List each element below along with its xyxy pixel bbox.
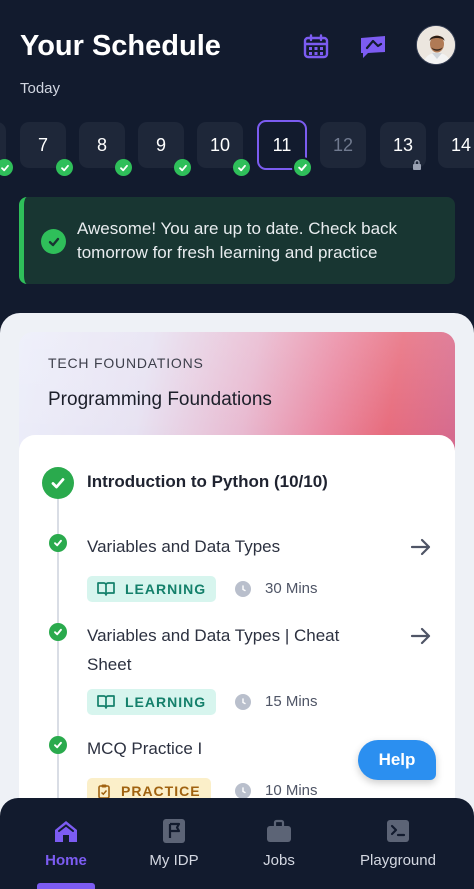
check-icon: [49, 534, 67, 552]
check-icon: [0, 159, 13, 176]
day-9[interactable]: 9: [138, 122, 191, 176]
check-circle-icon: [41, 229, 66, 254]
book-icon: [97, 582, 115, 596]
nav-home[interactable]: Home: [30, 798, 102, 889]
help-button[interactable]: Help: [358, 740, 436, 780]
learning-tag: LEARNING: [87, 689, 217, 715]
module-title[interactable]: Introduction to Python (10/10): [87, 472, 328, 492]
lesson-title[interactable]: MCQ Practice I: [87, 734, 377, 763]
check-icon: [233, 159, 250, 176]
briefcase-icon: [266, 818, 292, 844]
active-tab-indicator: [37, 883, 95, 889]
lesson-duration: 10 Mins: [265, 782, 318, 799]
lesson-duration: 15 Mins: [265, 693, 318, 710]
book-icon: [97, 695, 115, 709]
lock-icon: [411, 155, 423, 170]
nav-label: Jobs: [263, 852, 295, 869]
day-13[interactable]: 13: [380, 122, 426, 170]
day-8[interactable]: 8: [79, 122, 132, 176]
day-11-selected[interactable]: 11: [257, 120, 313, 176]
learning-tag: LEARNING: [87, 576, 217, 602]
check-icon: [292, 157, 313, 176]
day-14[interactable]: 14: [438, 122, 474, 168]
check-icon: [115, 159, 132, 176]
banner-message: Awesome! You are up to date. Check back …: [77, 219, 398, 262]
arrow-right-icon[interactable]: [409, 535, 433, 559]
nav-label: Home: [45, 852, 87, 869]
day-7[interactable]: 7: [20, 122, 73, 176]
nav-jobs[interactable]: Jobs: [243, 798, 315, 889]
clock-icon: [235, 694, 251, 710]
home-icon: [53, 818, 79, 844]
check-icon: [174, 159, 191, 176]
day-6[interactable]: [0, 122, 13, 176]
course-category: TECH FOUNDATIONS: [48, 355, 204, 371]
megaphone-icon[interactable]: [358, 32, 388, 62]
day-10[interactable]: 10: [197, 122, 250, 176]
terminal-icon: [385, 818, 411, 844]
lesson-duration: 30 Mins: [265, 580, 318, 597]
header: Your Schedule Today: [0, 0, 474, 110]
course-title: Programming Foundations: [48, 389, 272, 410]
check-icon: [49, 623, 67, 641]
clock-icon: [235, 783, 251, 799]
nav-playground[interactable]: Playground: [352, 798, 444, 889]
nav-my-idp[interactable]: My IDP: [138, 798, 210, 889]
clipboard-icon: [98, 784, 110, 799]
lesson-title[interactable]: Variables and Data Types: [87, 532, 377, 561]
day-12[interactable]: 12: [320, 122, 366, 168]
arrow-right-icon[interactable]: [409, 624, 433, 648]
module-check-icon: [42, 467, 74, 499]
nav-label: Playground: [360, 852, 436, 869]
status-banner: Awesome! You are up to date. Check back …: [19, 197, 455, 284]
calendar-icon[interactable]: [301, 32, 331, 62]
nav-label: My IDP: [149, 852, 199, 869]
user-avatar[interactable]: [416, 25, 456, 65]
page-title: Your Schedule: [20, 30, 221, 62]
date-subtitle: Today: [20, 80, 61, 97]
clock-icon: [235, 581, 251, 597]
check-icon: [56, 159, 73, 176]
lesson-title[interactable]: Variables and Data Types | Cheat Sheet: [87, 621, 347, 679]
day-selector: 7 8 9 10 11 12 13 14: [0, 120, 474, 176]
check-icon: [49, 736, 67, 754]
flag-icon: [161, 818, 187, 844]
bottom-nav: Home My IDP Jobs Playground: [0, 798, 474, 889]
